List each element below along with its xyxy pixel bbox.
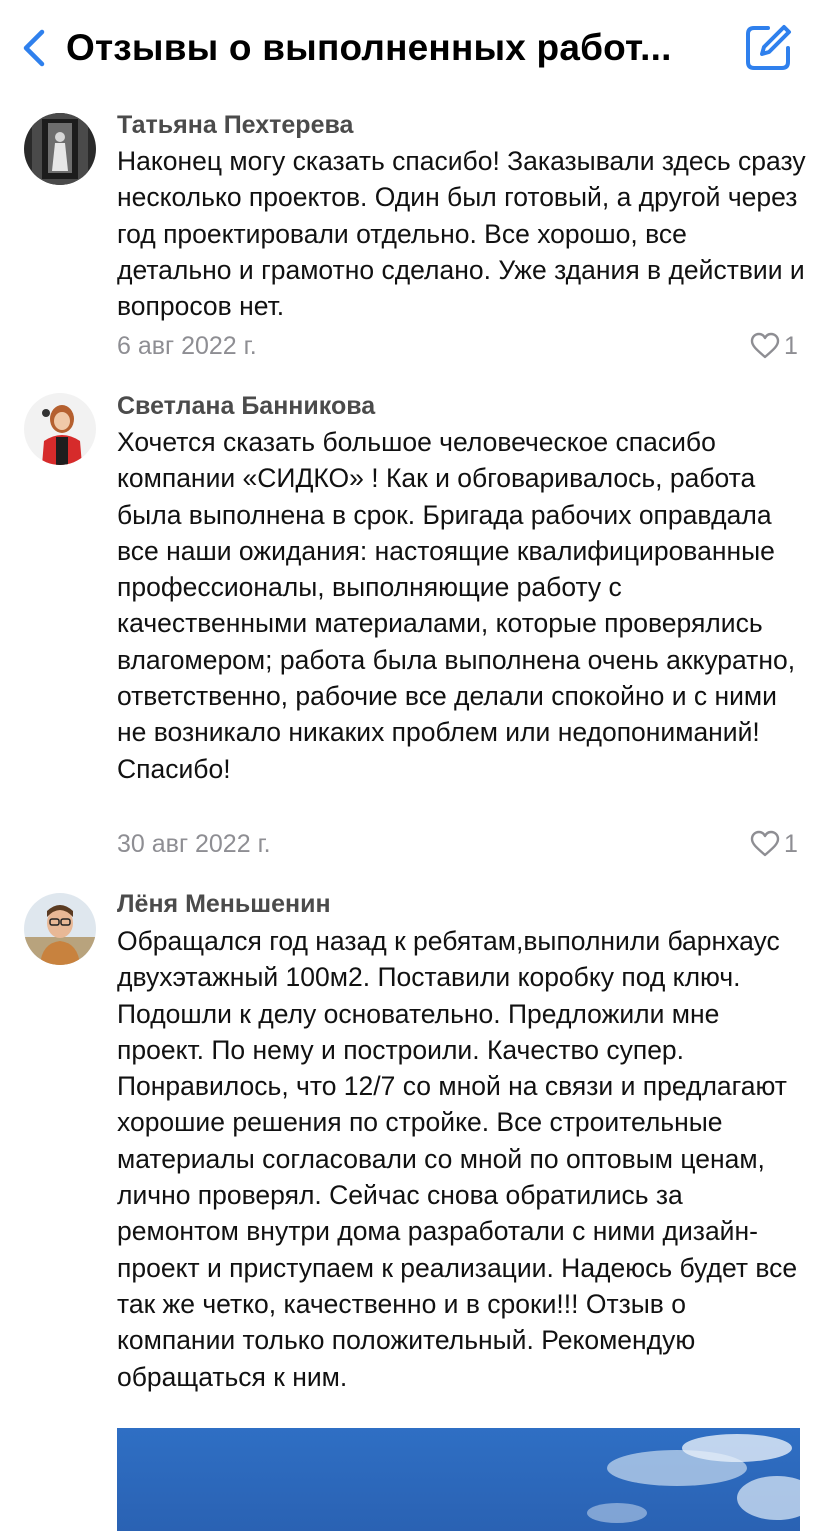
review-text: Наконец могу сказать спасибо! Заказывали… [117,146,806,322]
review-date: 6 авг 2022 г. [117,332,257,360]
review-photo[interactable] [117,1428,800,1531]
like-count: 1 [784,830,798,858]
heart-icon [750,830,780,857]
like-count: 1 [784,332,798,360]
like-button[interactable]: 1 [750,829,806,859]
avatar[interactable] [24,393,96,465]
compose-review-button[interactable] [742,22,794,74]
review-date: 30 авг 2022 г. [117,830,271,858]
like-button[interactable]: 1 [750,331,806,361]
back-button[interactable] [18,26,54,70]
review-author[interactable]: Светлана Банникова [117,391,375,421]
review-author[interactable]: Татьяна Пехтерева [117,110,353,140]
avatar[interactable] [24,113,96,185]
review-text: Обращался год назад к ребятам,выполнили … [117,926,798,1392]
avatar[interactable] [24,893,96,965]
heart-icon [750,332,780,359]
edit-icon [746,25,791,70]
review-text: Хочется сказать большое человеческое спа… [117,427,796,784]
page-title: Отзывы о выполненных работ... [66,27,672,68]
review-author[interactable]: Лёня Меньшенин [117,889,331,919]
chevron-left-icon [23,29,45,67]
nav-header: Отзывы о выполненных работ... [0,0,828,96]
